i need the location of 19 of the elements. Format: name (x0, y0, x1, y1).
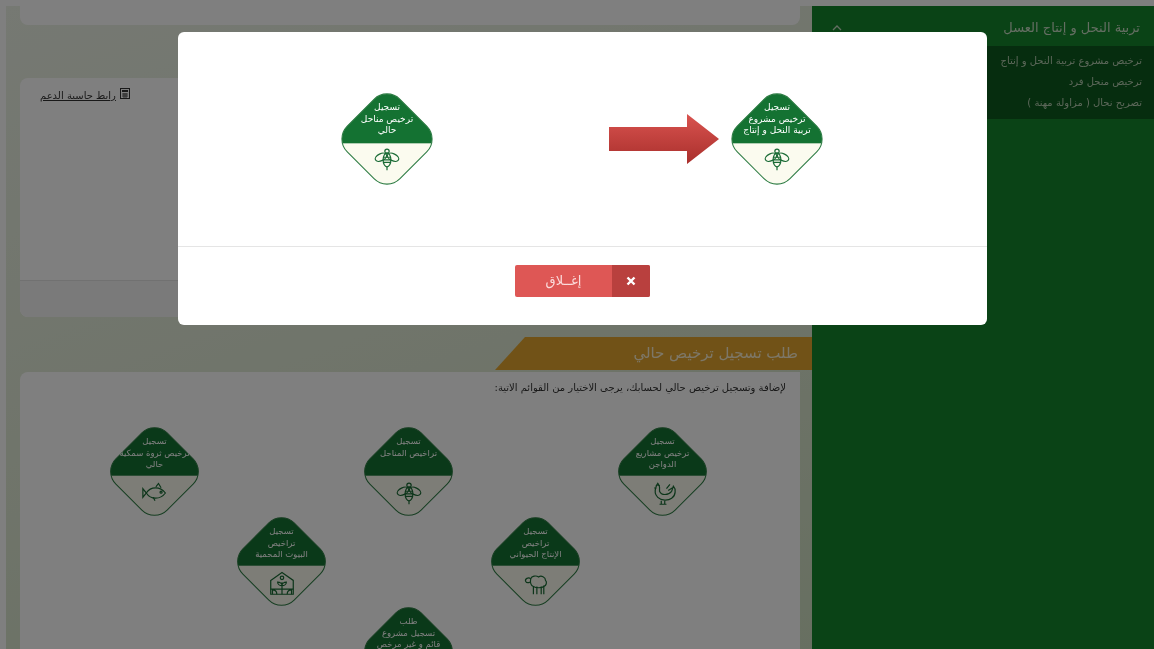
tile-label: تسجيل ترخيص مشروع تربية النحل و إنتاج (742, 102, 812, 137)
sidebar-section-header[interactable]: تربية النحل و إنتاج العسل (812, 6, 1154, 46)
tile-label: تسجيل تراخيص الإنتاج الحيواني (508, 526, 563, 561)
close-icon (626, 276, 636, 286)
support-calculator-link[interactable]: رابط حاسبة الدعم (40, 88, 130, 270)
tile-label: تسجيل تراخيص البيوت المحمية (254, 526, 309, 561)
calculator-icon (119, 88, 130, 99)
tile-label: تسجيل ترخيص مناحل حالي (359, 102, 415, 137)
close-button[interactable]: إغــلاق (515, 265, 650, 297)
bee-icon (373, 146, 401, 172)
tile-label: تسجيل ترخيص ثروة سمكية حالي (118, 436, 191, 471)
section-header: طلب تسجيل ترخيص حالي (495, 337, 812, 370)
instructions-text: لإضافة وتسجيل ترخيص حالي لحسابك، يرجى الاختيار من القوائم الاتية: (493, 381, 786, 395)
bee-icon (763, 146, 791, 172)
tile-label: طلب تسجيل مشروع قائم و غير مرخص (375, 616, 442, 649)
tile-label: تسجيل تراخيص المناحل (378, 436, 439, 459)
greenhouse-icon (267, 570, 296, 596)
tile-label: تسجيل ترخيص مشاريع الدواجن (634, 436, 691, 471)
bee-icon (394, 480, 423, 506)
